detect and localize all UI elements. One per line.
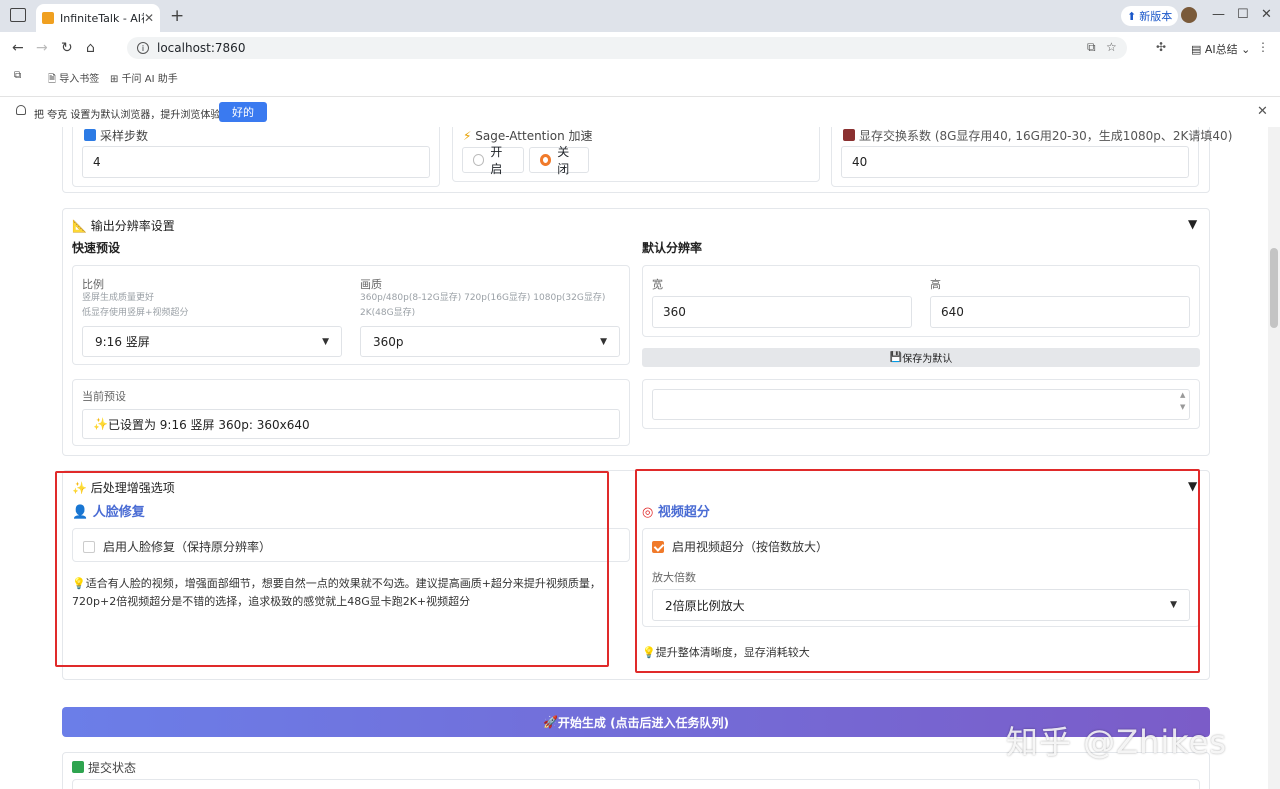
forward-icon[interactable]: →: [36, 40, 48, 56]
submit-status-text: 提交状态: [88, 761, 137, 775]
height-label: 高: [930, 278, 941, 291]
annotation-box-face-restore: [55, 471, 609, 667]
ai-summary-button[interactable]: ▤ AI总结 ⌄: [1191, 41, 1250, 57]
sage-off-label: 关闭: [557, 145, 570, 176]
url-text: localhost:7860: [157, 41, 246, 55]
extensions-icon[interactable]: ✣: [1156, 40, 1166, 54]
sage-on-label: 开启: [490, 145, 503, 176]
sage-on-radio[interactable]: 开启: [462, 145, 524, 176]
minimize-icon[interactable]: —: [1212, 7, 1225, 22]
resolution-collapse-icon[interactable]: ▼: [1188, 217, 1197, 231]
chevron-down-icon: ▼: [322, 336, 329, 347]
ratio-hint-1: 竖屏生成质量更好: [82, 293, 155, 303]
triangle-ruler-icon: 📐: [72, 219, 91, 233]
textarea-spinner-icon[interactable]: ▲ ▼: [1180, 389, 1185, 413]
checkmark-icon: [72, 761, 84, 773]
ratio-select-value: 9:16 竖屏: [95, 335, 150, 349]
bookmarks-bar: [0, 64, 1280, 88]
quality-select-value: 360p: [373, 334, 404, 349]
bookmark-import-label: 导入书签: [59, 74, 100, 85]
default-resolution-heading: 默认分辨率: [642, 241, 703, 255]
window-close-icon[interactable]: ✕: [1261, 7, 1272, 22]
ratio-hint-2: 低显存使用竖屏+视频超分: [82, 308, 189, 318]
current-preset-value: ✨ 已设置为 9:16 竖屏 360p: 360x640: [82, 409, 620, 439]
home-icon[interactable]: ⌂: [86, 40, 95, 56]
quality-label: 画质: [360, 278, 382, 291]
ratio-select[interactable]: 9:16 竖屏 ▼: [82, 326, 342, 357]
bookmark-import[interactable]: 🗎 导入书签: [48, 70, 99, 89]
new-version-label: 新版本: [1139, 10, 1173, 23]
bookmark-qianwen-label: 千问 AI 助手: [121, 74, 178, 85]
infobar-ok-button[interactable]: 好的: [219, 102, 267, 122]
upgrade-icon: ⬆: [1127, 9, 1137, 23]
width-label: 宽: [652, 278, 663, 291]
sage-label: ⚡ Sage-Attention 加速: [463, 127, 593, 144]
submit-status-label: 提交状态: [72, 759, 136, 776]
current-preset-text: 已设置为 9:16 竖屏 360p: 360x640: [107, 417, 310, 432]
ai-summary-icon: ▤: [1191, 43, 1205, 56]
width-input[interactable]: 360: [652, 296, 912, 328]
reload-icon[interactable]: ↻: [61, 40, 73, 56]
steps-label: 采样步数: [84, 127, 148, 144]
steps-input[interactable]: 4: [82, 146, 430, 178]
quality-hint-1: 360p/480p(8-12G显存) 720p(16G显存) 1080p(32G…: [360, 293, 606, 303]
tab-strip: [0, 0, 1280, 32]
zhihu-watermark: 知乎 @Zhikes: [1006, 723, 1228, 761]
lightning-icon: ⚡: [463, 129, 476, 143]
radio-off-icon: [473, 154, 485, 166]
back-icon[interactable]: ←: [12, 40, 24, 56]
status-output-textarea[interactable]: [652, 389, 1190, 420]
save-default-button[interactable]: 💾 保存为默认: [642, 348, 1200, 367]
sparkles-icon: ✨: [93, 417, 108, 431]
number-icon: [84, 129, 96, 141]
sage-label-text: Sage-Attention 加速: [475, 129, 593, 143]
steps-label-text: 采样步数: [100, 129, 149, 143]
quality-select[interactable]: 360p ▼: [360, 326, 620, 357]
vram-label: 显存交换系数 (8G显存用40, 16G用20-30，生成1080p、2K请填4…: [843, 127, 1232, 144]
vram-label-text: 显存交换系数 (8G显存用40, 16G用20-30，生成1080p、2K请填4…: [859, 129, 1233, 143]
screen-cast-icon[interactable]: ⧉: [1087, 40, 1096, 55]
bell-icon: [16, 105, 26, 115]
maximize-icon[interactable]: ☐: [1237, 7, 1249, 22]
start-generation-label: 开始生成 (点击后进入任务队列): [557, 715, 730, 730]
memory-icon: [843, 129, 855, 141]
scrollbar-thumb[interactable]: [1270, 248, 1278, 328]
quick-preset-heading: 快速预设: [72, 241, 121, 255]
infobar-message: 把 夸克 设置为默认浏览器，提升浏览体验: [34, 110, 221, 121]
submit-status-output[interactable]: [72, 779, 1200, 789]
tab-close-icon[interactable]: ✕: [144, 11, 154, 25]
sidebar-toggle-icon[interactable]: [10, 8, 26, 22]
resolution-title: 📐 输出分辨率设置: [72, 217, 175, 234]
sage-off-radio[interactable]: 关闭: [529, 145, 589, 176]
address-bar[interactable]: i localhost:7860: [127, 37, 1127, 59]
browser-tab[interactable]: InfiniteTalk - AI视 ✕: [36, 4, 160, 32]
info-icon[interactable]: i: [137, 42, 149, 54]
favicon-icon: [42, 12, 54, 24]
bookmark-qianwen[interactable]: ⊞ 千问 AI 助手: [110, 70, 178, 85]
floppy-disk-icon: 💾: [889, 352, 903, 363]
annotation-box-super-resolution: [635, 469, 1200, 673]
height-input[interactable]: 640: [930, 296, 1190, 328]
ratio-label: 比例: [82, 278, 104, 291]
new-tab-button[interactable]: +: [170, 6, 184, 26]
avatar[interactable]: [1181, 7, 1197, 23]
rocket-icon: 🚀: [542, 715, 558, 729]
tab-title: InfiniteTalk - AI视: [60, 12, 144, 25]
ai-summary-label: AI总结: [1204, 43, 1238, 56]
quality-hint-2: 2K(48G显存): [360, 308, 416, 318]
default-browser-infobar: 把 夸克 设置为默认浏览器，提升浏览体验 好的 ✕: [0, 96, 1280, 126]
new-version-button[interactable]: ⬆ 新版本: [1121, 6, 1179, 26]
page-scrollbar[interactable]: [1268, 127, 1280, 789]
current-preset-label: 当前预设: [82, 390, 126, 403]
menu-icon[interactable]: ⋮: [1257, 40, 1269, 54]
resolution-title-text: 输出分辨率设置: [90, 219, 175, 233]
vram-input[interactable]: 40: [841, 146, 1189, 178]
radio-on-icon: [540, 154, 552, 166]
infobar-close-icon[interactable]: ✕: [1257, 104, 1268, 119]
bookmark-star-icon[interactable]: ☆: [1106, 40, 1117, 54]
tab-groups-icon[interactable]: ⧉: [14, 70, 21, 81]
save-default-label: 保存为默认: [902, 354, 953, 365]
chevron-down-icon: ▼: [600, 336, 607, 347]
gradio-page: 采样步数 4 ⚡ Sage-Attention 加速 开启 关闭 显存交换系数 …: [0, 127, 1268, 789]
